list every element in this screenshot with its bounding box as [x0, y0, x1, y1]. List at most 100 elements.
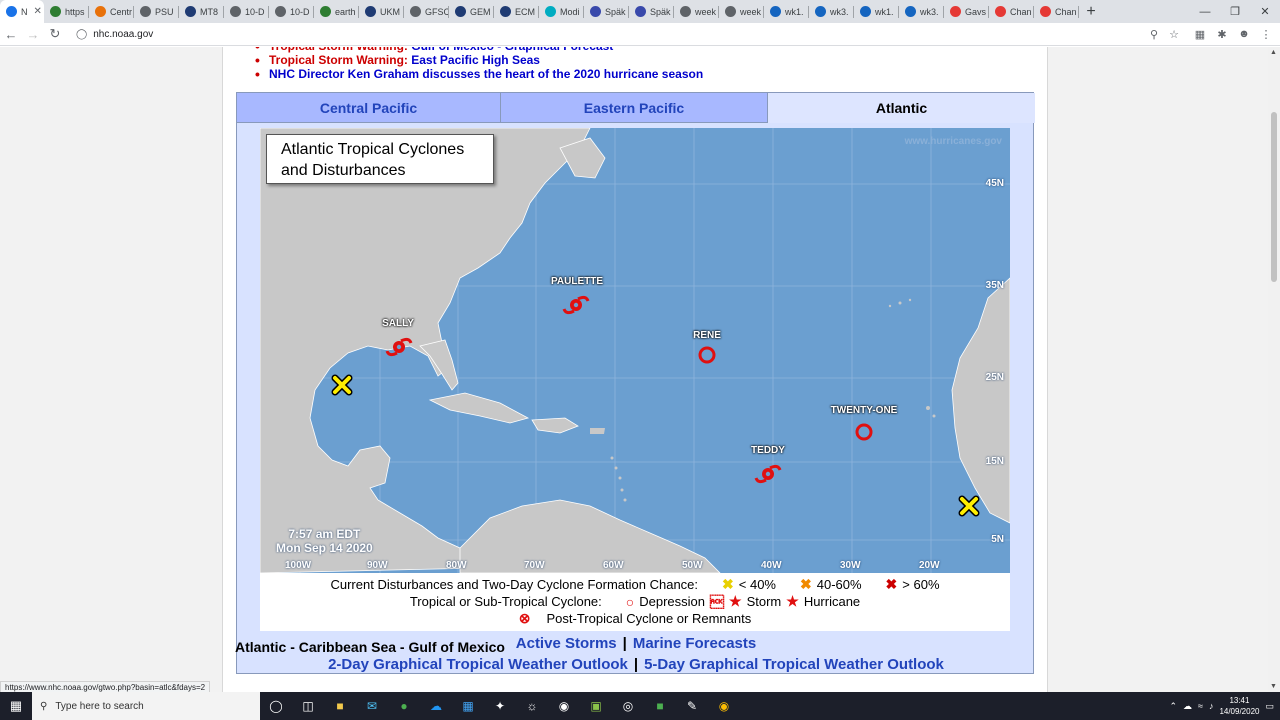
browser-tab[interactable]: Modi [539, 0, 583, 23]
disturbance-africa-icon[interactable] [958, 495, 980, 517]
file-explorer-icon[interactable]: ■ [324, 692, 356, 720]
active-storms-link[interactable]: Active Storms [516, 635, 617, 652]
browser-tab[interactable]: wk1. [764, 0, 808, 23]
browser-tab[interactable]: 10-D [269, 0, 313, 23]
browser-tab[interactable]: Chan [989, 0, 1033, 23]
browser-tab[interactable]: GFSC [404, 0, 448, 23]
address-bar[interactable]: ◯ nhc.noaa.gov [70, 24, 1180, 45]
menu-icon[interactable]: ⋮ [1258, 26, 1274, 42]
calendar-icon[interactable]: ▦ [452, 692, 484, 720]
browser-tab-label: 10-D [245, 6, 265, 17]
twenty-one-depression-icon[interactable] [855, 423, 873, 441]
close-window-button[interactable]: ✕ [1250, 0, 1280, 23]
tab-eastern-pacific[interactable]: Eastern Pacific [501, 93, 768, 123]
notifications-icon[interactable]: ▭ [1265, 701, 1274, 712]
network-app-icon[interactable]: ✦ [484, 692, 516, 720]
browser-tab[interactable]: 10-D [224, 0, 268, 23]
wifi-icon[interactable]: ≈ [1198, 701, 1203, 711]
scroll-up-icon[interactable]: ▲ [1270, 49, 1277, 56]
browser-tab[interactable]: https [44, 0, 88, 23]
edge-icon[interactable]: ● [388, 692, 420, 720]
paulette-hurricane-icon[interactable] [562, 295, 590, 315]
browser-tab[interactable]: ECM [494, 0, 538, 23]
browser-tab-label: Späk [605, 6, 626, 17]
browser-tab[interactable]: week [719, 0, 763, 23]
lon-label: 50W [682, 560, 703, 571]
minimize-window-button[interactable]: — [1190, 0, 1220, 23]
onedrive-icon[interactable]: ☁ [420, 692, 452, 720]
browser-tab[interactable]: week [674, 0, 718, 23]
restore-window-button[interactable]: ❐ [1220, 0, 1250, 23]
extension-icon[interactable]: ▦ [1192, 26, 1208, 42]
tab-central-pacific[interactable]: Central Pacific [237, 93, 501, 123]
forward-icon[interactable]: → [22, 23, 44, 45]
storm-label-twenty-one[interactable]: TWENTY-ONE [831, 405, 898, 416]
page-margin-right [1048, 47, 1268, 692]
rene-depression-icon[interactable] [698, 346, 716, 364]
reload-icon[interactable]: ↻ [44, 23, 66, 45]
map-legend: Current Disturbances and Two-Day Cyclone… [260, 573, 1010, 631]
browser-tab[interactable]: Späk [584, 0, 628, 23]
outlook-map[interactable]: Atlantic Tropical Cyclones and Disturban… [260, 128, 1010, 573]
cortana-icon[interactable]: ◯ [260, 692, 292, 720]
browser-tab[interactable]: Chan [1034, 0, 1078, 23]
windows-taskbar: ▦ ⚲ Type here to search ◯ ◫ ■ ✉ ● ☁ ▦ ✦ … [0, 692, 1280, 720]
scroll-down-icon[interactable]: ▼ [1270, 683, 1277, 690]
browser-tab-label: Späk [650, 6, 671, 17]
cloud-icon[interactable]: ☁ [1183, 701, 1192, 712]
browser-tab[interactable]: wk1. [854, 0, 898, 23]
storm-label-sally[interactable]: SALLY [382, 318, 414, 329]
browser-tab[interactable]: wk3. [809, 0, 853, 23]
browser-tab[interactable]: N ✕ [0, 0, 44, 23]
taskbar-clock[interactable]: 13:41 14/09/2020 [1219, 695, 1259, 717]
five-day-outlook-link[interactable]: 5-Day Graphical Tropical Weather Outlook [644, 656, 944, 673]
bookmark-star-icon[interactable]: ☆ [1166, 26, 1182, 42]
mail-icon[interactable]: ✉ [356, 692, 388, 720]
legend-hurricane: Hurricane [803, 594, 861, 609]
marine-forecasts-link[interactable]: Marine Forecasts [633, 635, 756, 652]
puzzle-icon[interactable]: ✱ [1214, 26, 1230, 42]
browser-tab[interactable]: MT8 [179, 0, 223, 23]
excel-icon[interactable]: ■ [644, 692, 676, 720]
game-app-icon[interactable]: ▣ [580, 692, 612, 720]
new-tab-button[interactable]: + [1079, 0, 1103, 23]
browser-tab[interactable]: Gavs [944, 0, 988, 23]
globe-app-icon[interactable]: ◎ [612, 692, 644, 720]
legend-high: > 60% [902, 577, 940, 592]
tab-atlantic[interactable]: Atlantic [768, 93, 1035, 123]
browser-tab[interactable]: UKM [359, 0, 403, 23]
tab-favicon-icon [770, 6, 781, 17]
browser-tab[interactable]: GEM [449, 0, 493, 23]
volume-icon[interactable]: ♪ [1209, 701, 1214, 711]
browser-tab[interactable]: Centr [89, 0, 133, 23]
task-view-icon[interactable]: ◫ [292, 692, 324, 720]
browser-tab[interactable]: Späk [629, 0, 673, 23]
teddy-hurricane-icon[interactable] [754, 464, 782, 484]
browser-tab[interactable]: earth [314, 0, 358, 23]
notes-app-icon[interactable]: ✎ [676, 692, 708, 720]
browser-tab-label: UKM [380, 6, 400, 17]
back-icon[interactable]: ← [0, 23, 22, 45]
profile-icon[interactable]: ☻ [1236, 26, 1252, 42]
taskbar-search-box[interactable]: ⚲ Type here to search [32, 692, 260, 720]
storm-label-teddy[interactable]: TEDDY [751, 445, 785, 456]
chrome-icon[interactable]: ◉ [708, 692, 740, 720]
browser-tab-label: N [21, 6, 28, 17]
scrollbar-thumb[interactable] [1271, 112, 1277, 282]
browser-tab[interactable]: PSU [134, 0, 178, 23]
news-link[interactable]: NHC Director Ken Graham discusses the he… [269, 67, 703, 81]
storm-label-paulette[interactable]: PAULETTE [551, 276, 603, 287]
system-tray: ⌃ ☁ ≈ ♪ 13:41 14/09/2020 ▭ [1169, 692, 1280, 720]
page-scrollbar[interactable]: ▲ ▼ [1268, 47, 1280, 692]
windows-start-icon[interactable]: ▦ [0, 692, 32, 720]
tray-chevron-icon[interactable]: ⌃ [1169, 701, 1177, 712]
weather-app-icon[interactable]: ☼ [516, 692, 548, 720]
browser-tab[interactable]: wk3. [899, 0, 943, 23]
news-link[interactable]: East Pacific High Seas [411, 53, 540, 67]
zoom-icon[interactable]: ⚲ [1146, 26, 1162, 42]
two-day-outlook-link[interactable]: 2-Day Graphical Tropical Weather Outlook [328, 656, 628, 673]
search-icon: ⚲ [40, 700, 48, 712]
app-icon[interactable]: ◉ [548, 692, 580, 720]
close-tab-icon[interactable]: ✕ [34, 6, 42, 17]
storm-label-rene[interactable]: RENE [693, 330, 721, 341]
